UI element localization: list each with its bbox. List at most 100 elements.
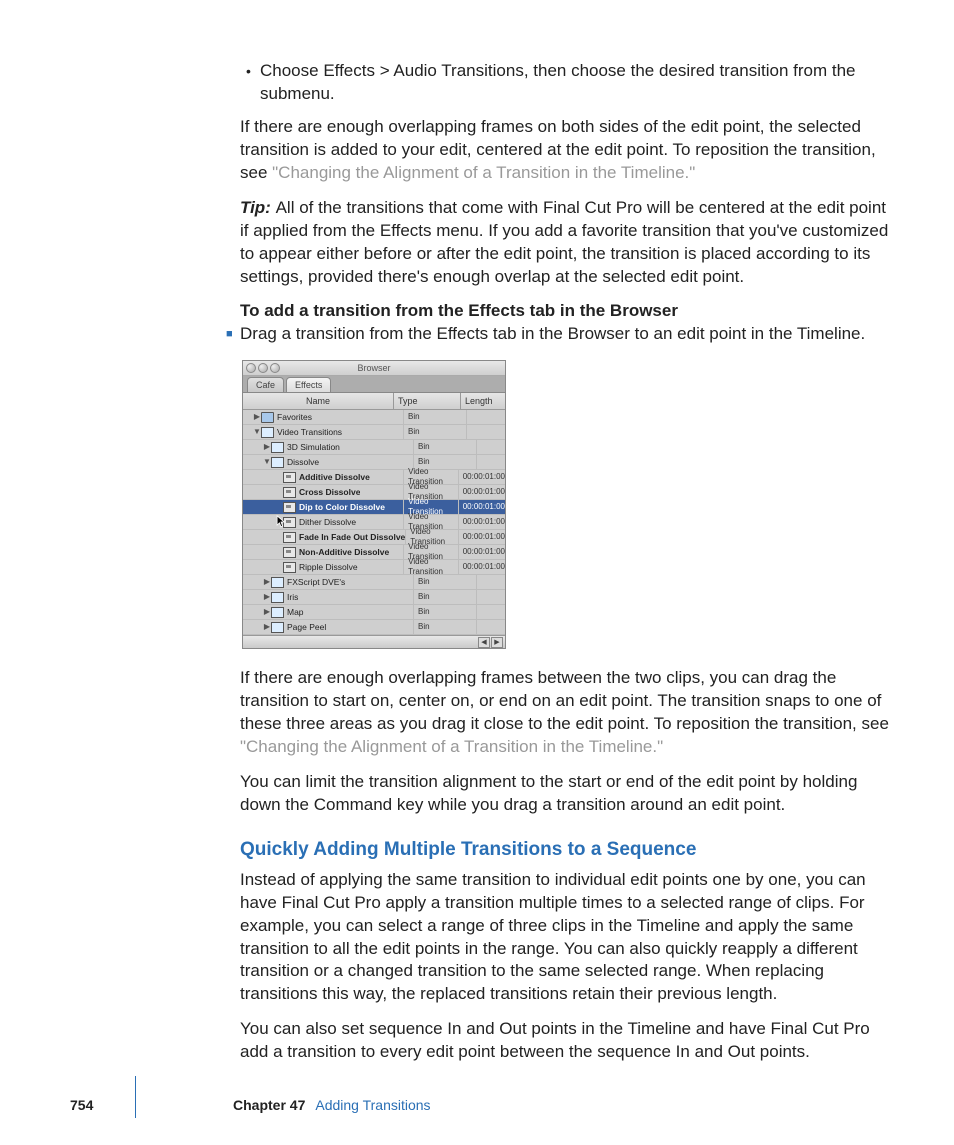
- row-label: Page Peel: [287, 622, 326, 633]
- table-row[interactable]: Additive DissolveVideo Transition00:00:0…: [243, 470, 505, 485]
- bin-icon: [271, 457, 284, 468]
- row-label: FXScript DVE's: [287, 577, 345, 588]
- procedure-heading: To add a transition from the Effects tab…: [240, 300, 890, 323]
- bin-icon: [271, 442, 284, 453]
- cross-reference-link[interactable]: "Changing the Alignment of a Transition …: [272, 163, 695, 182]
- transition-icon: [283, 472, 296, 483]
- row-length: 00:00:01:00: [459, 515, 505, 529]
- row-length: [477, 590, 505, 604]
- transition-icon: [283, 532, 296, 543]
- page-footer: 754 Chapter 47 Adding Transitions: [70, 1096, 890, 1115]
- row-label: Additive Dissolve: [299, 472, 370, 483]
- transition-icon: [283, 487, 296, 498]
- disclosure-triangle-icon[interactable]: [263, 592, 271, 603]
- scroll-right-icon[interactable]: ▶: [491, 637, 503, 648]
- bin-icon: [271, 577, 284, 588]
- row-label: Cross Dissolve: [299, 487, 360, 498]
- row-label: Map: [287, 607, 304, 618]
- column-header-type[interactable]: Type: [394, 393, 461, 409]
- cross-reference-link[interactable]: "Changing the Alignment of a Transition …: [240, 737, 663, 756]
- row-type: Bin: [404, 425, 467, 439]
- disclosure-triangle-icon[interactable]: [263, 577, 271, 588]
- disclosure-triangle-icon[interactable]: [263, 457, 271, 468]
- row-label: Fade In Fade Out Dissolve: [299, 532, 405, 543]
- bin-icon: [271, 607, 284, 618]
- bullet-item: • Choose Effects > Audio Transitions, th…: [240, 60, 890, 106]
- row-length: [477, 605, 505, 619]
- row-length: 00:00:01:00: [459, 500, 505, 514]
- paragraph: If there are enough overlapping frames o…: [240, 116, 890, 185]
- step-text: Drag a transition from the Effects tab i…: [240, 323, 865, 346]
- square-bullet-icon: ■: [226, 323, 240, 346]
- table-row[interactable]: Dither DissolveVideo Transition00:00:01:…: [243, 515, 505, 530]
- table-row[interactable]: Non-Additive DissolveVideo Transition00:…: [243, 545, 505, 560]
- table-row[interactable]: FavoritesBin: [243, 410, 505, 425]
- tab-effects[interactable]: Effects: [286, 377, 331, 392]
- row-label: Video Transitions: [277, 427, 342, 438]
- window-controls[interactable]: [246, 363, 280, 373]
- folder-icon: [261, 412, 274, 423]
- disclosure-triangle-icon[interactable]: [253, 412, 261, 423]
- close-icon[interactable]: [246, 363, 256, 373]
- row-length: 00:00:01:00: [459, 530, 505, 544]
- table-row[interactable]: DissolveBin: [243, 455, 505, 470]
- row-label: 3D Simulation: [287, 442, 340, 453]
- table-row[interactable]: Map Bin: [243, 605, 505, 620]
- page-number: 754: [70, 1096, 125, 1115]
- paragraph: You can also set sequence In and Out poi…: [240, 1018, 890, 1064]
- bullet-dot-icon: •: [240, 60, 260, 106]
- table-row[interactable]: FXScript DVE'sBin: [243, 575, 505, 590]
- table-row[interactable]: Ripple DissolveVideo Transition00:00:01:…: [243, 560, 505, 575]
- table-row[interactable]: Dip to Color DissolveVideo Transition00:…: [243, 500, 505, 515]
- bin-icon: [271, 592, 284, 603]
- minimize-icon[interactable]: [258, 363, 268, 373]
- paragraph: You can limit the transition alignment t…: [240, 771, 890, 817]
- table-row[interactable]: Cross DissolveVideo Transition00:00:01:0…: [243, 485, 505, 500]
- row-label: Ripple Dissolve: [299, 562, 358, 573]
- disclosure-triangle-icon[interactable]: [263, 622, 271, 633]
- row-label: Iris: [287, 592, 298, 603]
- transition-icon: [283, 502, 296, 513]
- tip-label: Tip:: [240, 198, 276, 217]
- table-row[interactable]: Video Transitions Bin: [243, 425, 505, 440]
- paragraph: If there are enough overlapping frames b…: [240, 667, 890, 759]
- row-length: [477, 575, 505, 589]
- browser-panel: Browser Cafe Effects Name Type Length Fa…: [242, 360, 506, 649]
- row-type: Bin: [414, 590, 477, 604]
- row-type: Bin: [414, 440, 477, 454]
- bullet-text: Choose Effects > Audio Transitions, then…: [260, 60, 890, 106]
- disclosure-triangle-icon[interactable]: [263, 442, 271, 453]
- paragraph: Instead of applying the same transition …: [240, 869, 890, 1007]
- row-length: [477, 455, 505, 469]
- table-row[interactable]: 3D Simulation Bin: [243, 440, 505, 455]
- chapter-title: Adding Transitions: [315, 1096, 430, 1115]
- table-row[interactable]: Iris Bin: [243, 590, 505, 605]
- row-label: Non-Additive Dissolve: [299, 547, 389, 558]
- zoom-icon[interactable]: [270, 363, 280, 373]
- disclosure-triangle-icon[interactable]: [263, 607, 271, 618]
- chapter-label: Chapter 47: [233, 1096, 305, 1115]
- column-header-name[interactable]: Name: [243, 393, 394, 409]
- scroll-left-icon[interactable]: ◀: [478, 637, 490, 648]
- table-row[interactable]: Page Peel Bin: [243, 620, 505, 635]
- row-type: Bin: [414, 620, 477, 634]
- row-length: [477, 620, 505, 634]
- row-length: [467, 425, 505, 439]
- row-length: 00:00:01:00: [459, 470, 505, 484]
- step-item: ■ Drag a transition from the Effects tab…: [240, 323, 890, 346]
- row-length: [477, 440, 505, 454]
- bin-icon: [271, 622, 284, 633]
- disclosure-triangle-icon[interactable]: [253, 427, 261, 438]
- column-header-length[interactable]: Length: [461, 393, 505, 409]
- transition-icon: [283, 517, 296, 528]
- horizontal-scrollbar[interactable]: ◀ ▶: [243, 635, 505, 648]
- row-length: 00:00:01:00: [459, 485, 505, 499]
- browser-title: Browser: [357, 363, 390, 373]
- row-type: Bin: [414, 605, 477, 619]
- row-length: [467, 410, 505, 424]
- tab-cafe[interactable]: Cafe: [247, 377, 284, 392]
- table-row[interactable]: Fade In Fade Out DissolveVideo Transitio…: [243, 530, 505, 545]
- column-headers: Name Type Length: [243, 393, 505, 410]
- browser-rows: FavoritesBinVideo TransitionsBin3D Simul…: [243, 410, 505, 635]
- row-length: 00:00:01:00: [459, 560, 505, 574]
